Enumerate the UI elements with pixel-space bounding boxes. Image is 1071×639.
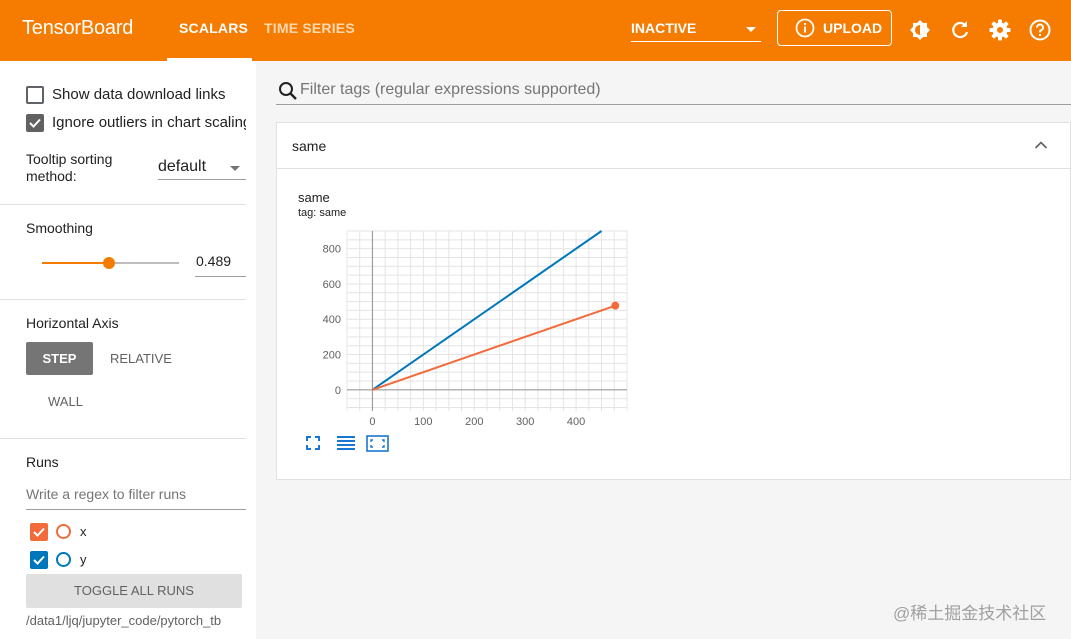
runs-filter-input[interactable]: Write a regex to filter runs [26,486,246,510]
tag-filter-underline [276,104,1071,105]
help-icon[interactable] [1028,18,1052,42]
tag-filter-placeholder: Filter tags (regular expressions support… [300,81,601,98]
show-download-links-label: Show data download links [52,86,226,103]
tag-card-header[interactable]: same [277,123,1071,169]
toggle-all-runs-button[interactable]: TOGGLE ALL RUNS [26,574,242,608]
chevron-down-icon [746,27,756,32]
settings-icon[interactable] [988,18,1012,42]
logdir-path: /data1/ljq/jupyter_code/pytorch_tb [26,613,222,628]
run-y-color-icon[interactable] [56,552,71,567]
tooltip-sorting-select[interactable]: default [158,158,246,180]
tab-time-series[interactable]: TIME SERIES [264,20,355,36]
tag-card-title: same [292,138,327,154]
x-tick-label: 100 [414,416,432,428]
tab-scalars[interactable]: SCALARS [179,20,248,36]
y-tick-label: 800 [323,244,341,256]
smoothing-label: Smoothing [26,220,93,236]
theme-icon[interactable] [908,18,932,42]
y-tick-label: 200 [323,350,341,362]
info-icon [795,18,815,38]
chart-tag: tag: same [298,207,347,219]
x-tick-label: 400 [567,416,585,428]
slider-thumb[interactable] [102,257,115,269]
fullscreen-icon[interactable] [306,436,320,450]
refresh-icon[interactable] [948,18,972,42]
smoothing-input[interactable]: 0.489 [195,252,246,277]
app-brand: TensorBoard [22,17,134,39]
ignore-outliers-label: Ignore outliers in chart scaling [52,114,246,131]
check-icon [33,527,45,537]
status-value: INACTIVE [631,20,697,36]
series-endpoint-x [611,301,620,310]
tooltip-sorting-label: Tooltip sorting method: [26,151,113,184]
slider-fill [42,262,109,264]
run-x-color-icon[interactable] [56,524,71,539]
tag-filter-input[interactable]: Filter tags (regular expressions support… [300,81,601,99]
ignore-outliers-clip: Ignore outliers in chart scaling [52,114,246,131]
runs-filter-placeholder: Write a regex to filter runs [26,486,187,502]
chevron-up-icon[interactable] [1034,140,1048,150]
status-select[interactable]: INACTIVE [631,19,761,42]
y-tick-label: 400 [323,314,341,326]
app-header: TensorBoard SCALARS TIME SERIES INACTIVE… [0,0,1071,61]
x-tick-label: 0 [369,416,375,428]
x-tick-label: 300 [516,416,534,428]
axis-relative-button[interactable]: RELATIVE [110,351,172,366]
runs-label: Runs [26,454,59,470]
divider [0,438,246,439]
run-x-checkbox[interactable] [30,523,48,541]
run-y-checkbox[interactable] [30,551,48,569]
chart-title: same [298,190,330,205]
horizontal-axis-label: Horizontal Axis [26,315,119,331]
smoothing-value: 0.489 [196,253,232,269]
line-chart[interactable]: 0 100 200 300 400 0 200 400 600 800 [297,223,637,433]
divider [0,204,246,205]
run-y-name: y [80,552,87,567]
ignore-outliers-checkbox[interactable] [26,114,44,132]
axis-wall-button[interactable]: WALL [48,394,83,409]
y-tick-label: 0 [335,385,341,397]
run-x-name: x [80,524,87,539]
check-icon [33,555,45,565]
upload-button[interactable]: UPLOAD [777,10,892,46]
search-icon [279,82,297,100]
chevron-down-icon [230,166,240,171]
watermark: @稀土掘金技术社区 [893,604,1047,623]
x-tick-label: 200 [465,416,483,428]
series-list-icon[interactable] [337,436,355,450]
tag-card: same same tag: same 0 100 200 300 400 0 200 400… [276,122,1071,480]
series-line-x [372,304,616,391]
upload-label: UPLOAD [823,20,883,36]
show-download-links-checkbox[interactable] [26,86,44,104]
sidebar: Show data download links Ignore outliers… [0,61,256,639]
axis-step-button[interactable]: STEP [26,342,93,375]
fit-domain-icon[interactable] [366,435,389,452]
divider [0,299,246,300]
check-icon [29,118,41,128]
y-tick-label: 600 [323,279,341,291]
smoothing-slider[interactable] [42,257,179,269]
tooltip-sorting-value: default [158,158,207,175]
chart-toolbar [306,435,389,452]
